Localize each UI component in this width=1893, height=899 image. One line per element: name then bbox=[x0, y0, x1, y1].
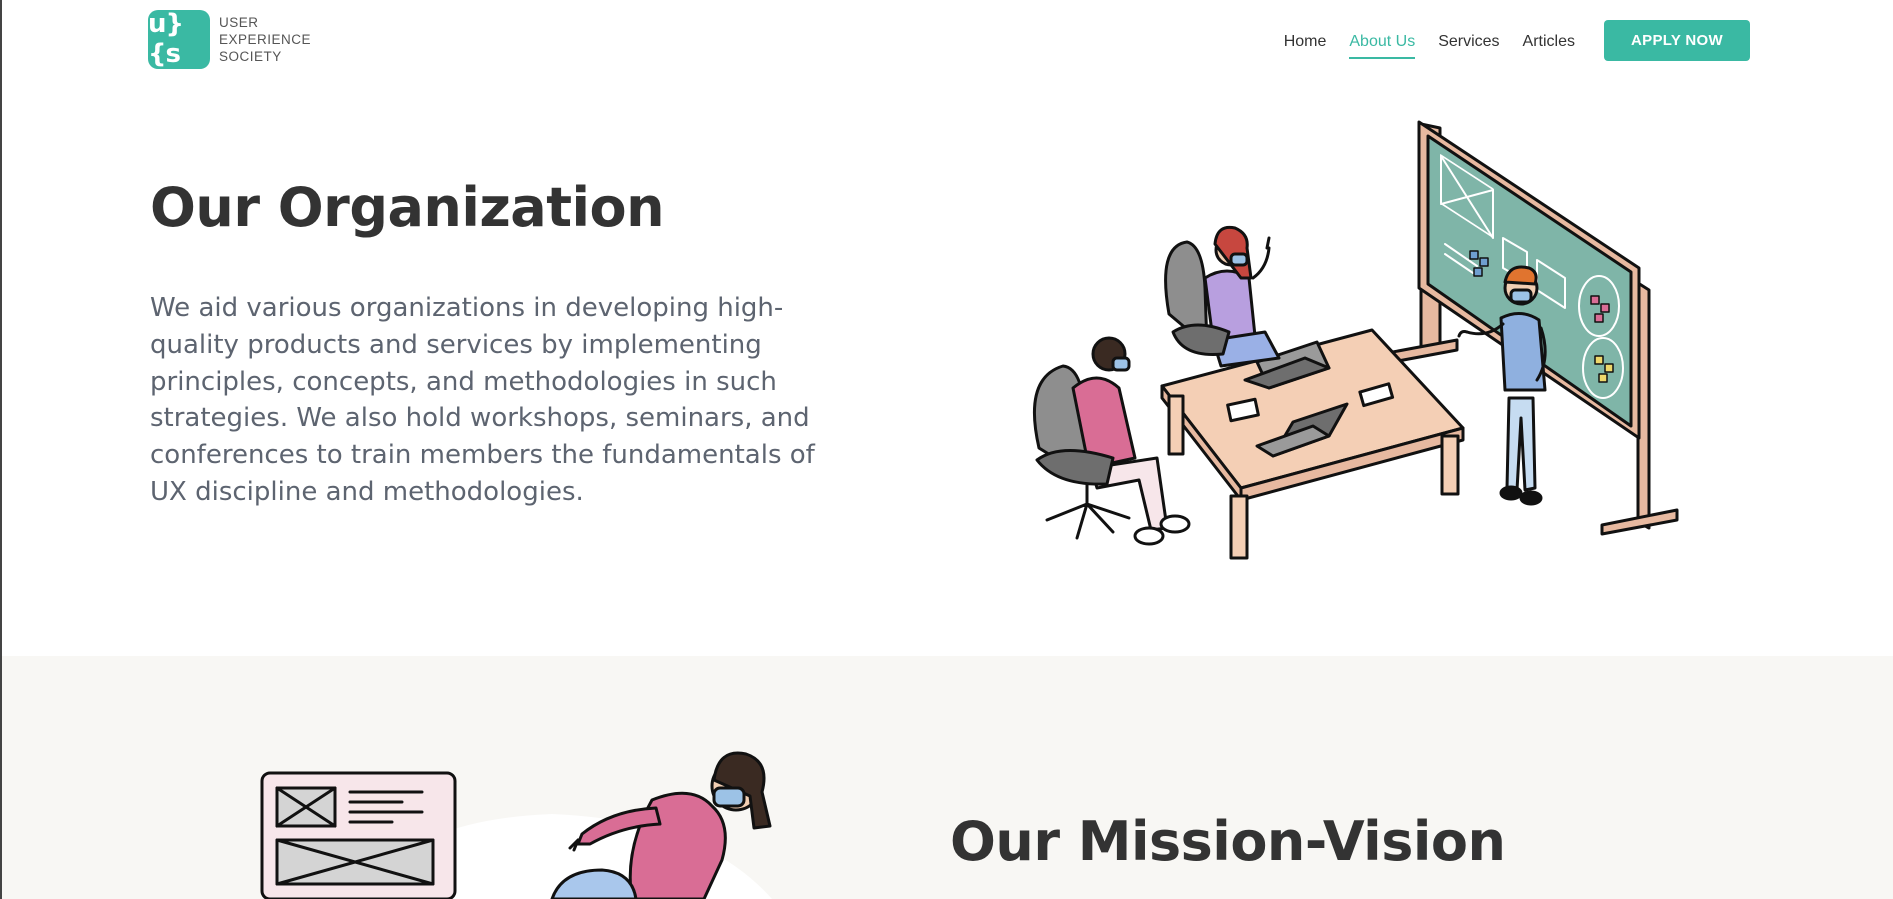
nav-about-us[interactable]: About Us bbox=[1349, 23, 1415, 59]
logo-line-2: EXPERIENCE bbox=[219, 31, 312, 47]
hero-paragraph: We aid various organizations in developi… bbox=[150, 293, 815, 507]
apply-now-button[interactable]: APPLY NOW bbox=[1604, 20, 1750, 61]
site-logo[interactable]: u}{s USER EXPERIENCE SOCIETY bbox=[148, 9, 311, 69]
logo-line-1: USER bbox=[219, 14, 259, 30]
mission-title: Our Mission-Vision bbox=[950, 810, 1506, 873]
nav-services[interactable]: Services bbox=[1438, 23, 1499, 59]
logo-line-3: SOCIETY bbox=[219, 48, 282, 64]
logo-text: USER EXPERIENCE SOCIETY bbox=[219, 14, 311, 65]
nav-articles[interactable]: Articles bbox=[1523, 23, 1575, 59]
main-nav: Home About Us Services Articles APPLY NO… bbox=[1284, 20, 1750, 61]
team-meeting-illustration bbox=[1032, 120, 1679, 560]
site-header: u}{s USER EXPERIENCE SOCIETY Home About … bbox=[2, 0, 1893, 80]
mission-illustration bbox=[260, 751, 772, 899]
nav-home[interactable]: Home bbox=[1284, 23, 1327, 59]
logo-mark-icon: u}{s bbox=[148, 9, 210, 69]
hero-title: Our Organization bbox=[150, 176, 665, 239]
